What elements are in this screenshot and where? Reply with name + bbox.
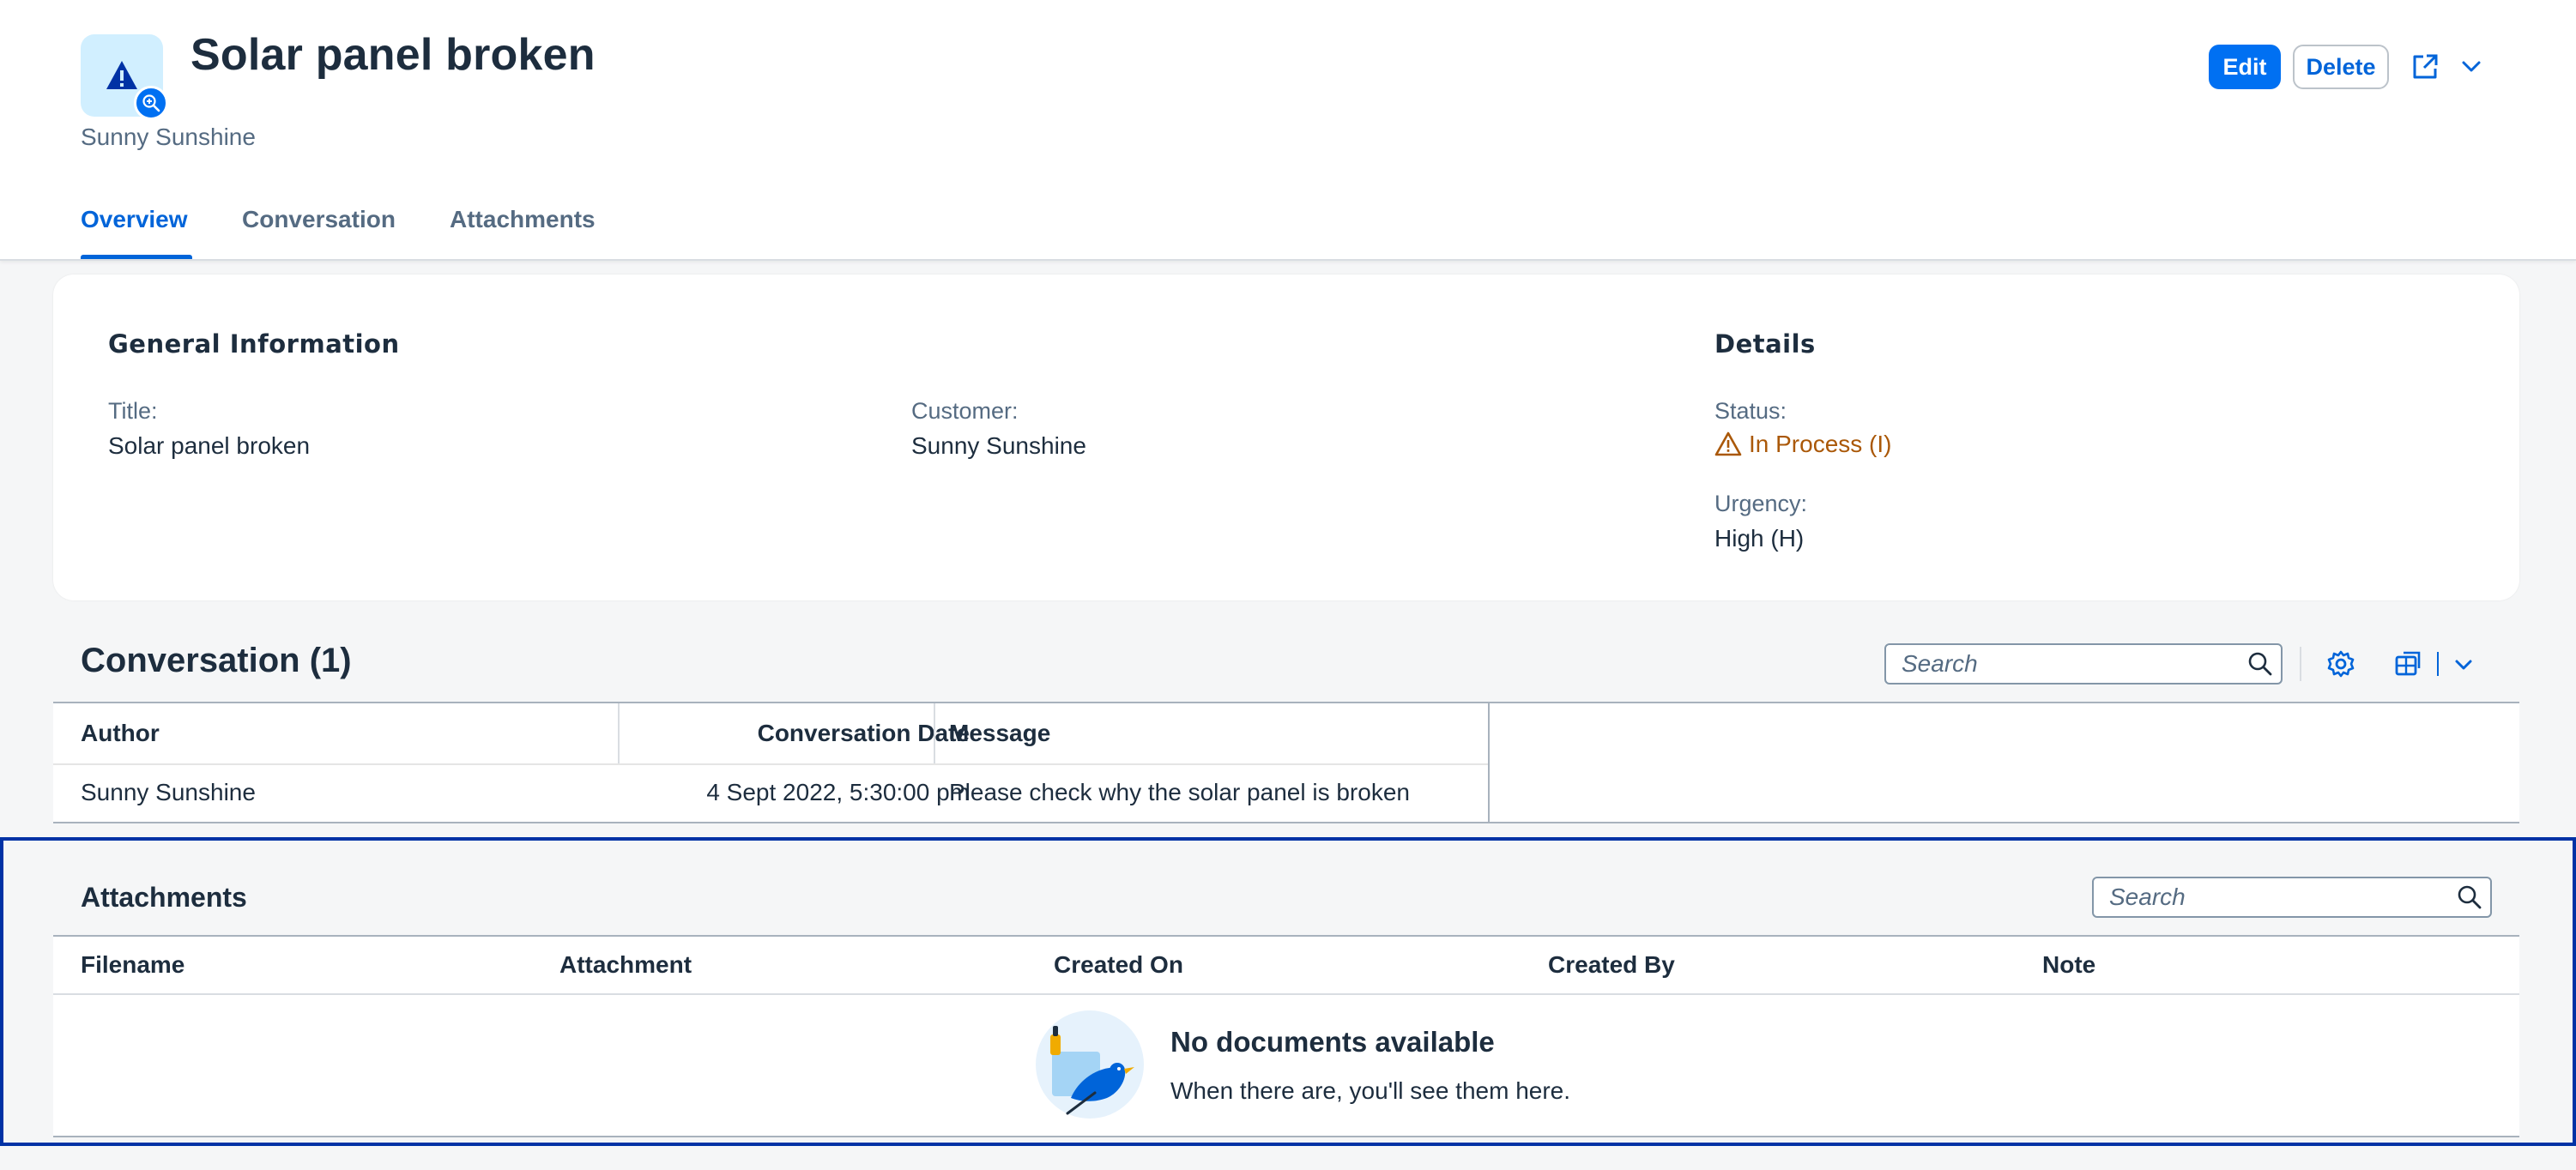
column-header-created-by[interactable]: Created By	[1548, 937, 1675, 993]
search-icon[interactable]	[2449, 884, 2490, 910]
chevron-down-icon	[2462, 61, 2481, 72]
empty-state-title: No documents available	[1170, 1026, 1495, 1058]
page-title: Solar panel broken	[190, 30, 596, 80]
column-header-message[interactable]: Message	[949, 703, 1050, 763]
warning-icon	[1714, 431, 1742, 456]
column-header-created-on[interactable]: Created On	[1054, 937, 1183, 993]
column-header-attachment[interactable]: Attachment	[559, 937, 692, 993]
status-text: In Process (I)	[1749, 431, 1892, 457]
search-icon[interactable]	[2240, 651, 2281, 677]
message-cell: Please check why the solar panel is brok…	[949, 779, 1410, 805]
conversation-table: Author Conversation Date Message Sunny S…	[53, 702, 2519, 823]
customer-label: Customer:	[911, 398, 1019, 424]
column-divider	[618, 703, 620, 763]
column-divider	[934, 703, 935, 763]
row-divider	[53, 993, 2519, 995]
menu-button-separator	[2437, 652, 2439, 676]
export-to-spreadsheet-icon[interactable]	[2391, 647, 2425, 681]
column-header-conversation-date[interactable]: Conversation Date	[620, 703, 970, 763]
empty-state-text: When there are, you'll see them here.	[1170, 1077, 1571, 1104]
conversation-search-input[interactable]	[1886, 645, 2240, 683]
conversation-date-cell: 4 Sept 2022, 5:30:00 pm	[706, 779, 970, 805]
conversation-title: Conversation (1)	[81, 642, 352, 679]
delete-button[interactable]: Delete	[2293, 45, 2389, 89]
settings-icon[interactable]	[2322, 647, 2360, 681]
tab-conversation[interactable]: Conversation	[242, 206, 396, 259]
no-data-illustration	[1036, 1010, 1144, 1119]
conversation-search-field[interactable]	[1884, 643, 2283, 685]
general-information-heading: General Information	[108, 329, 400, 359]
details-heading: Details	[1714, 329, 1816, 359]
table-content-end-divider	[1488, 703, 1490, 822]
title-label: Title:	[108, 398, 158, 424]
overview-card	[53, 274, 2519, 600]
urgency-value: High (H)	[1714, 525, 1805, 552]
author-cell: Sunny Sunshine	[81, 779, 256, 805]
share-menu-button[interactable]	[2410, 45, 2483, 89]
share-icon	[2413, 54, 2438, 79]
customer-value: Sunny Sunshine	[911, 432, 1086, 459]
zoom-in-icon[interactable]	[134, 86, 168, 120]
column-header-filename[interactable]: Filename	[81, 937, 184, 993]
tab-attachments[interactable]: Attachments	[450, 206, 596, 259]
toolbar-separator	[2300, 647, 2301, 681]
edit-button[interactable]: Edit	[2209, 45, 2281, 89]
status-label: Status:	[1714, 398, 1787, 424]
chevron-down-icon[interactable]	[2449, 652, 2478, 678]
page-subtitle: Sunny Sunshine	[81, 124, 256, 150]
column-header-author[interactable]: Author	[81, 703, 160, 763]
tab-overview[interactable]: Overview	[81, 206, 192, 259]
column-header-note[interactable]: Note	[2042, 937, 2095, 993]
status-value: In Process (I)	[1714, 431, 1891, 458]
attachments-search-input[interactable]	[2094, 878, 2449, 916]
title-value: Solar panel broken	[108, 432, 311, 459]
warning-icon	[106, 61, 137, 89]
attachments-title: Attachments	[81, 882, 247, 913]
urgency-label: Urgency:	[1714, 491, 1808, 516]
object-page-header: Solar panel broken Sunny Sunshine Edit D…	[0, 0, 2576, 261]
attachments-search-field[interactable]	[2092, 877, 2492, 918]
